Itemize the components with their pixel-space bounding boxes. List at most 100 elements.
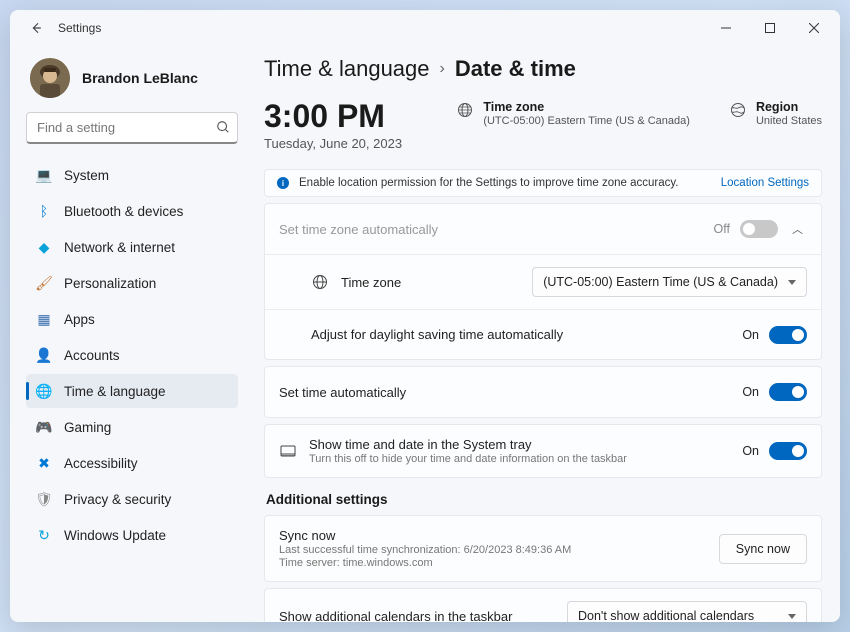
breadcrumb: Time & language › Date & time (264, 56, 822, 82)
timezone-select-value: (UTC-05:00) Eastern Time (US & Canada) (543, 275, 778, 289)
clock: 3:00 PM Tuesday, June 20, 2023 (264, 100, 402, 151)
location-settings-link[interactable]: Location Settings (721, 177, 809, 189)
tz-select-title: Time zone (341, 275, 520, 290)
sync-card: Sync now Last successful time synchroniz… (264, 515, 822, 582)
user-profile[interactable]: Brandon LeBlanc (26, 52, 238, 112)
breadcrumb-parent[interactable]: Time & language (264, 56, 430, 82)
privacy-security-icon: 🛡 (36, 491, 52, 507)
additional-settings-header: Additional settings (266, 492, 822, 507)
sidebar-item-system[interactable]: 💻 System (26, 158, 238, 192)
auto-time-title: Set time automatically (279, 385, 730, 400)
sidebar-item-accounts[interactable]: 👤 Accounts (26, 338, 238, 372)
auto-tz-toggle[interactable] (740, 220, 778, 238)
sidebar-item-label: Network & internet (64, 240, 175, 255)
maximize-button[interactable] (748, 10, 792, 46)
tray-toggle[interactable] (769, 442, 807, 460)
sidebar-item-privacy-security[interactable]: 🛡Privacy & security (26, 482, 238, 516)
titlebar: Settings (10, 10, 840, 46)
calendars-title: Show additional calendars in the taskbar (279, 609, 555, 623)
sidebar-item-label: Bluetooth & devices (64, 204, 183, 219)
chevron-right-icon: › (440, 60, 445, 78)
sync-sub2: Time server: time.windows.com (279, 557, 707, 569)
auto-time-toggle[interactable] (769, 383, 807, 401)
dst-row: Adjust for daylight saving time automati… (265, 309, 821, 359)
chevron-up-icon[interactable]: ︿ (788, 217, 807, 241)
maximize-icon (765, 23, 775, 33)
sidebar-item-time-language[interactable]: 🌐 Time & language (26, 374, 238, 408)
current-time: 3:00 PM (264, 100, 402, 132)
sidebar-item-label: System (64, 168, 109, 183)
sidebar: Brandon LeBlanc 💻 System ᛒBluetooth & devi… (10, 46, 248, 622)
close-icon (809, 23, 819, 33)
calendars-select-value: Don't show additional calendars (578, 609, 754, 622)
banner-text: Enable location permission for the Setti… (299, 177, 678, 189)
tray-row: Show time and date in the System tray Tu… (265, 425, 821, 477)
sidebar-item-bluetooth-devices[interactable]: ᛒBluetooth & devices (26, 194, 238, 228)
timezone-value: (UTC-05:00) Eastern Time (US & Canada) (483, 115, 690, 127)
auto-tz-state: Off (714, 222, 730, 236)
region-label: Region (756, 100, 822, 114)
minimize-icon (721, 23, 731, 33)
calendars-select[interactable]: Don't show additional calendars (567, 601, 807, 622)
calendars-card: Show additional calendars in the taskbar… (264, 588, 822, 622)
globe-icon (457, 102, 473, 123)
timezone-select-row: Time zone (UTC-05:00) Eastern Time (US &… (265, 254, 821, 309)
settings-window: Settings Brandon LeBlanc 💻 System ᛒBluetoo… (10, 10, 840, 622)
timezone-summary: Time zone (UTC-05:00) Eastern Time (US &… (457, 100, 690, 127)
minimize-button[interactable] (704, 10, 748, 46)
calendars-row: Show additional calendars in the taskbar… (265, 589, 821, 622)
sidebar-item-label: Gaming (64, 420, 111, 435)
sidebar-item-accessibility[interactable]: ✖Accessibility (26, 446, 238, 480)
sync-title: Sync now (279, 528, 707, 543)
sidebar-item-windows-update[interactable]: ↻Windows Update (26, 518, 238, 552)
back-button[interactable] (22, 14, 50, 42)
search-icon (216, 120, 230, 139)
sidebar-item-apps[interactable]: ▦ Apps (26, 302, 238, 336)
apps-icon: ▦ (36, 311, 52, 327)
sync-sub1: Last successful time synchronization: 6/… (279, 544, 707, 556)
system-icon: 💻 (36, 167, 52, 183)
location-banner: i Enable location permission for the Set… (264, 169, 822, 197)
timezone-label: Time zone (483, 100, 690, 114)
dst-title: Adjust for daylight saving time automati… (311, 327, 730, 342)
current-date: Tuesday, June 20, 2023 (264, 136, 402, 151)
gaming-icon: 🎮 (36, 419, 52, 435)
nav-list: 💻 System ᛒBluetooth & devices ◆ Network & in… (26, 158, 238, 552)
auto-time-state: On (742, 385, 759, 399)
network-internet-icon: ◆ (36, 239, 52, 255)
auto-timezone-row[interactable]: Set time zone automatically Off ︿ (265, 204, 821, 254)
timezone-card: Set time zone automatically Off ︿ Time z… (264, 203, 822, 360)
sync-now-button[interactable]: Sync now (719, 534, 807, 564)
main-content[interactable]: Time & language › Date & time 3:00 PM Tu… (248, 46, 840, 622)
window-title: Settings (58, 21, 101, 35)
region-summary: Region United States (730, 100, 822, 127)
accounts-icon: 👤 (36, 347, 52, 363)
taskbar-icon (279, 443, 297, 459)
tray-state: On (742, 444, 759, 458)
sidebar-item-label: Windows Update (64, 528, 166, 543)
sidebar-item-network-internet[interactable]: ◆ Network & internet (26, 230, 238, 264)
sidebar-item-label: Apps (64, 312, 95, 327)
auto-tz-title: Set time zone automatically (279, 222, 702, 237)
sidebar-item-personalization[interactable]: 🖌Personalization (26, 266, 238, 300)
sidebar-item-label: Accounts (64, 348, 120, 363)
sidebar-item-gaming[interactable]: 🎮 Gaming (26, 410, 238, 444)
sidebar-item-label: Personalization (64, 276, 156, 291)
search-box (26, 112, 238, 144)
window-controls (704, 10, 836, 46)
sidebar-item-label: Time & language (64, 384, 166, 399)
user-name: Brandon LeBlanc (82, 70, 198, 86)
tray-sub: Turn this off to hide your time and date… (309, 453, 730, 465)
sidebar-item-label: Accessibility (64, 456, 138, 471)
timezone-select[interactable]: (UTC-05:00) Eastern Time (US & Canada) (532, 267, 807, 297)
tray-card: Show time and date in the System tray Tu… (264, 424, 822, 478)
close-button[interactable] (792, 10, 836, 46)
window-body: Brandon LeBlanc 💻 System ᛒBluetooth & devi… (10, 46, 840, 622)
search-input[interactable] (26, 112, 238, 144)
time-language-icon: 🌐 (36, 383, 52, 399)
globe-icon (730, 102, 746, 123)
sync-button-label: Sync now (736, 542, 790, 556)
dst-toggle[interactable] (769, 326, 807, 344)
breadcrumb-current: Date & time (455, 56, 576, 82)
tray-title: Show time and date in the System tray (309, 437, 730, 452)
